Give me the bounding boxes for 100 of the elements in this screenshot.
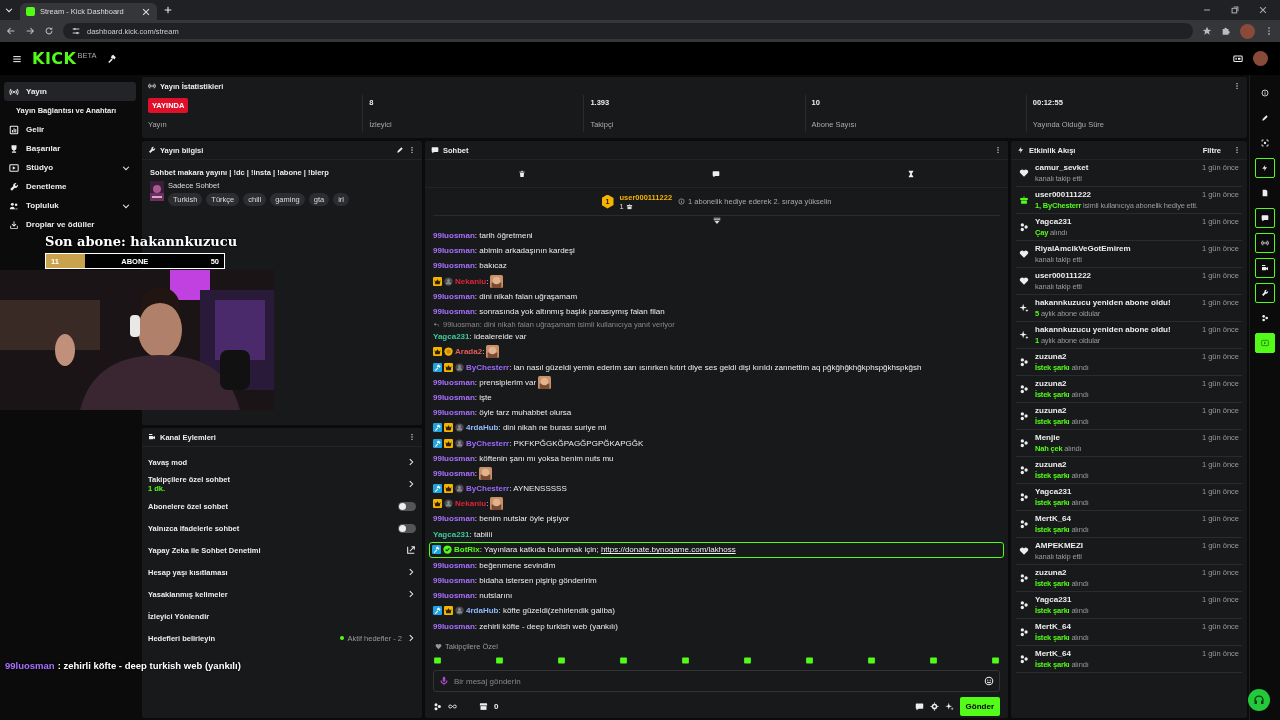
rail-button[interactable] <box>1255 283 1275 303</box>
toggle-switch[interactable] <box>398 523 416 533</box>
pencil-icon <box>1261 114 1269 122</box>
emote-icon[interactable] <box>867 655 876 665</box>
sidebar-item[interactable]: Topluluk <box>4 196 136 215</box>
event-user: user000111222 <box>1035 190 1092 199</box>
emoji-icon[interactable] <box>984 676 994 686</box>
bolt-icon <box>1017 146 1025 154</box>
emote-icon[interactable] <box>805 655 814 665</box>
last-subscriber-overlay: Son abone: hakannkuzucu <box>45 234 238 249</box>
chat-message: ByChesterr: lan nasıl güzeldi yemin ederim sarı ısırırken kıtırt diye ses geldi dişi kırıldı zannettim aq pğkğhğkhğkphspğkhspkğsh <box>466 362 922 372</box>
send-button[interactable]: Gönder <box>959 696 1000 716</box>
event-user: AMPEKMEZI <box>1035 541 1083 550</box>
chat-bubble-icon[interactable] <box>914 701 924 711</box>
more-icon[interactable] <box>1233 82 1241 90</box>
info-icon <box>1261 89 1269 97</box>
event-user: hakannkuzucu yeniden abone oldu! <box>1035 298 1171 307</box>
broadcast-icon <box>1261 239 1269 247</box>
info-icon <box>678 198 686 205</box>
coins-icon <box>433 701 442 711</box>
rail-button[interactable] <box>1255 158 1275 178</box>
emote-icon[interactable] <box>743 655 752 665</box>
more-icon[interactable] <box>408 146 416 154</box>
event-user: Yagca231 <box>1035 217 1072 226</box>
broadcast-icon <box>148 82 156 90</box>
close-icon[interactable] <box>141 6 151 17</box>
user-avatar[interactable] <box>1253 51 1268 66</box>
sidebar-item[interactable]: Stüdyo <box>4 158 136 177</box>
emote-icon[interactable] <box>495 655 504 665</box>
new-tab-icon[interactable] <box>163 5 173 15</box>
more-icon[interactable] <box>994 146 1002 154</box>
sidebar-item[interactable]: Gelir <box>4 120 136 139</box>
chat-message: Yagca231: idealereide var <box>433 332 527 342</box>
emote-icon[interactable] <box>681 655 690 665</box>
chat-message: 99luosman: öyle tarz muhabbet olursa <box>433 408 572 418</box>
external-link-icon[interactable] <box>406 545 416 555</box>
chevron-icon[interactable] <box>406 567 416 577</box>
chat-message: 99luosman: abimin arkadaşının kardeşi <box>433 246 575 256</box>
more-icon[interactable] <box>408 433 416 441</box>
rail-button[interactable] <box>1255 258 1275 278</box>
chevron-icon[interactable] <box>406 633 416 643</box>
help-button[interactable] <box>1248 689 1270 711</box>
back-icon[interactable] <box>6 26 16 36</box>
film-icon <box>1261 339 1269 347</box>
reload-icon[interactable] <box>44 26 54 36</box>
star-icon[interactable] <box>1202 26 1212 36</box>
chat-message: Arada2: <box>455 347 485 357</box>
focus-icon <box>1261 139 1269 147</box>
film-icon <box>9 162 19 173</box>
rail-button[interactable] <box>1255 233 1275 253</box>
store-count: 0 <box>494 701 499 711</box>
message-field[interactable]: Bir mesaj gönderin <box>433 670 1000 692</box>
wrench-icon <box>9 181 19 192</box>
event-user: zuzuna2 <box>1035 379 1067 388</box>
edit-icon[interactable] <box>396 146 404 154</box>
sidebar-item[interactable]: Başarılar <box>4 139 136 158</box>
tab-list-icon[interactable] <box>4 5 14 15</box>
emote-icon[interactable] <box>433 655 442 665</box>
chevron-icon[interactable] <box>406 479 416 489</box>
chat-message: 99luosman: <box>433 468 478 478</box>
chevron-icon[interactable] <box>406 457 416 467</box>
store-icon[interactable] <box>479 701 488 711</box>
settings-icon[interactable] <box>929 701 939 711</box>
chat-message: ByChesterr: AYNENSSSSS <box>466 484 567 494</box>
emote-icon[interactable] <box>991 655 1000 665</box>
close-icon[interactable] <box>1258 5 1268 15</box>
sidebar-item[interactable]: Denetleme <box>4 177 136 196</box>
emote-icon[interactable] <box>557 655 566 665</box>
sidebar-item[interactable]: Yayın <box>4 82 136 101</box>
event-user: MertK_64 <box>1035 649 1071 658</box>
event-user: RiyalAmcikVeGotEmirem <box>1035 244 1131 253</box>
event-user: user000111222 <box>1035 271 1092 280</box>
sliders-icon <box>71 26 81 36</box>
rail-button[interactable] <box>1255 208 1275 228</box>
sparkle-icon[interactable] <box>944 701 954 711</box>
event-user: zuzuna2 <box>1035 406 1067 415</box>
collapse-icon[interactable] <box>711 216 722 226</box>
screen-icon[interactable] <box>1233 53 1243 64</box>
more-icon[interactable] <box>1233 146 1241 154</box>
chat-message: 99luosman: tarih öğretmeni <box>433 231 533 241</box>
chevron-icon[interactable] <box>406 589 416 599</box>
chat-message: ByChesterr: PKFKPĞGKĞPAGĞPGPĞKAPGĞK <box>466 438 644 448</box>
event-user: MertK_64 <box>1035 514 1071 523</box>
menu-icon[interactable] <box>12 53 22 64</box>
trash-icon[interactable] <box>518 169 527 178</box>
mic-icon[interactable] <box>439 676 449 686</box>
wrench-icon <box>148 146 156 154</box>
toggle-switch[interactable] <box>398 501 416 511</box>
sidebar-item[interactable]: Droplar ve ödüller <box>4 215 136 234</box>
donate-link[interactable]: https://donate.bynogame.com/lakhoss <box>600 545 736 555</box>
extensions-icon[interactable] <box>1221 26 1231 36</box>
chat-bubble-icon[interactable] <box>712 169 721 178</box>
emote-icon[interactable] <box>929 655 938 665</box>
restore-icon[interactable] <box>1230 5 1240 15</box>
hammer-icon[interactable] <box>106 53 117 64</box>
hourglass-icon[interactable] <box>906 169 915 178</box>
emote-icon[interactable] <box>619 655 628 665</box>
trophy-icon <box>9 143 19 154</box>
forward-icon[interactable] <box>25 26 35 36</box>
chat-message: 99luosman: benim nutslar öyle pişiyor <box>433 514 570 524</box>
